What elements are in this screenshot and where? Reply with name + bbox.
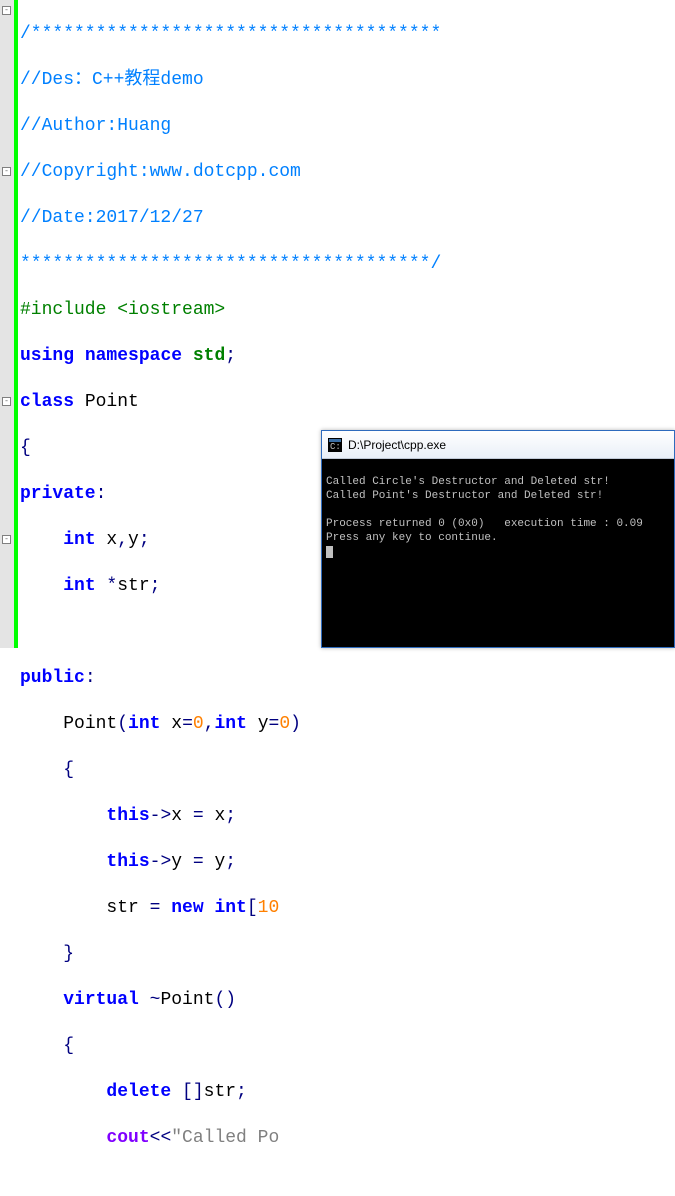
code-token: x bbox=[171, 806, 182, 826]
code-token: Point bbox=[160, 990, 214, 1010]
code-token: cout bbox=[106, 1128, 149, 1148]
code-token: Point bbox=[74, 392, 139, 412]
code-token: class bbox=[20, 392, 74, 412]
code-comment: **************************************/ bbox=[20, 254, 441, 274]
code-token: 0 bbox=[193, 714, 204, 734]
code-token: [] bbox=[171, 1082, 203, 1102]
code-token: ( bbox=[214, 990, 225, 1010]
code-comment: /************************************** bbox=[20, 24, 441, 44]
code-token: namespace bbox=[85, 346, 182, 366]
code-token: * bbox=[96, 576, 118, 596]
code-comment: //Author:Huang bbox=[20, 116, 171, 136]
code-token: "Called Po bbox=[171, 1128, 279, 1148]
code-token: = bbox=[139, 898, 171, 918]
code-token: [ bbox=[247, 898, 258, 918]
code-token: str bbox=[204, 1082, 236, 1102]
console-line: Called Point's Destructor and Deleted st… bbox=[326, 490, 603, 502]
code-token: x bbox=[96, 530, 118, 550]
code-token: << bbox=[150, 1128, 172, 1148]
console-output: Called Circle's Destructor and Deleted s… bbox=[322, 459, 674, 561]
code-token: -> bbox=[150, 806, 172, 826]
code-token: std bbox=[193, 346, 225, 366]
code-token: int bbox=[128, 714, 160, 734]
code-token: str bbox=[117, 576, 149, 596]
code-token: x bbox=[160, 714, 182, 734]
code-token: -> bbox=[150, 852, 172, 872]
code-token: virtual bbox=[63, 990, 139, 1010]
code-token: x bbox=[214, 806, 225, 826]
code-comment: //Date:2017/12/27 bbox=[20, 208, 204, 228]
code-token: y bbox=[128, 530, 139, 550]
code-token: #include bbox=[20, 300, 117, 320]
code-token: = bbox=[182, 852, 214, 872]
terminal-icon: C: bbox=[328, 438, 342, 452]
code-token: { bbox=[20, 438, 31, 458]
svg-text:C:: C: bbox=[330, 442, 341, 452]
code-token: delete bbox=[106, 1082, 171, 1102]
console-line: Press any key to continue. bbox=[326, 532, 498, 544]
code-token: y bbox=[171, 852, 182, 872]
fold-toggle[interactable]: - bbox=[2, 6, 11, 15]
code-token: ( bbox=[117, 714, 128, 734]
code-token: int bbox=[214, 898, 246, 918]
code-token: } bbox=[63, 944, 74, 964]
console-line: Process returned 0 (0x0) execution time … bbox=[326, 518, 643, 530]
code-token: : bbox=[85, 668, 96, 688]
code-token: ; bbox=[225, 806, 236, 826]
code-token: private bbox=[20, 484, 96, 504]
code-token: ; bbox=[225, 346, 236, 366]
code-token: this bbox=[106, 852, 149, 872]
code-token: ) bbox=[225, 990, 236, 1010]
console-title: D:\Project\cpp.exe bbox=[348, 438, 446, 452]
fold-toggle[interactable]: - bbox=[2, 535, 11, 544]
code-comment: //Des：C++教程demo bbox=[20, 70, 204, 90]
console-titlebar[interactable]: C: D:\Project\cpp.exe bbox=[322, 431, 674, 459]
code-token: = bbox=[182, 806, 214, 826]
code-token: ~ bbox=[139, 990, 161, 1010]
code-token: ; bbox=[236, 1082, 247, 1102]
code-token: public bbox=[20, 668, 85, 688]
code-token: new bbox=[171, 898, 203, 918]
code-token: 0 bbox=[279, 714, 290, 734]
code-token: : bbox=[96, 484, 107, 504]
fold-gutter: - - - - bbox=[0, 0, 14, 648]
code-token: ; bbox=[139, 530, 150, 550]
code-token: ; bbox=[150, 576, 161, 596]
code-token: { bbox=[63, 1036, 74, 1056]
code-token: 10 bbox=[258, 898, 280, 918]
code-token: Point bbox=[63, 714, 117, 734]
fold-toggle[interactable]: - bbox=[2, 167, 11, 176]
console-cursor bbox=[326, 546, 333, 558]
code-token: y bbox=[247, 714, 269, 734]
console-line: Called Circle's Destructor and Deleted s… bbox=[326, 476, 610, 488]
code-comment: //Copyright:www.dotcpp.com bbox=[20, 162, 301, 182]
code-token: , bbox=[204, 714, 215, 734]
code-token: ; bbox=[225, 852, 236, 872]
fold-toggle[interactable]: - bbox=[2, 397, 11, 406]
code-token: ) bbox=[290, 714, 301, 734]
code-token: = bbox=[269, 714, 280, 734]
code-token: str bbox=[106, 898, 138, 918]
code-token: { bbox=[63, 760, 74, 780]
code-token: int bbox=[63, 530, 95, 550]
code-token: y bbox=[214, 852, 225, 872]
code-token: using bbox=[20, 346, 74, 366]
code-token: , bbox=[117, 530, 128, 550]
code-token: int bbox=[63, 576, 95, 596]
code-token: this bbox=[106, 806, 149, 826]
code-token: int bbox=[215, 714, 247, 734]
console-window[interactable]: C: D:\Project\cpp.exe Called Circle's De… bbox=[321, 430, 675, 648]
code-token: = bbox=[182, 714, 193, 734]
code-token: <iostream> bbox=[117, 300, 225, 320]
